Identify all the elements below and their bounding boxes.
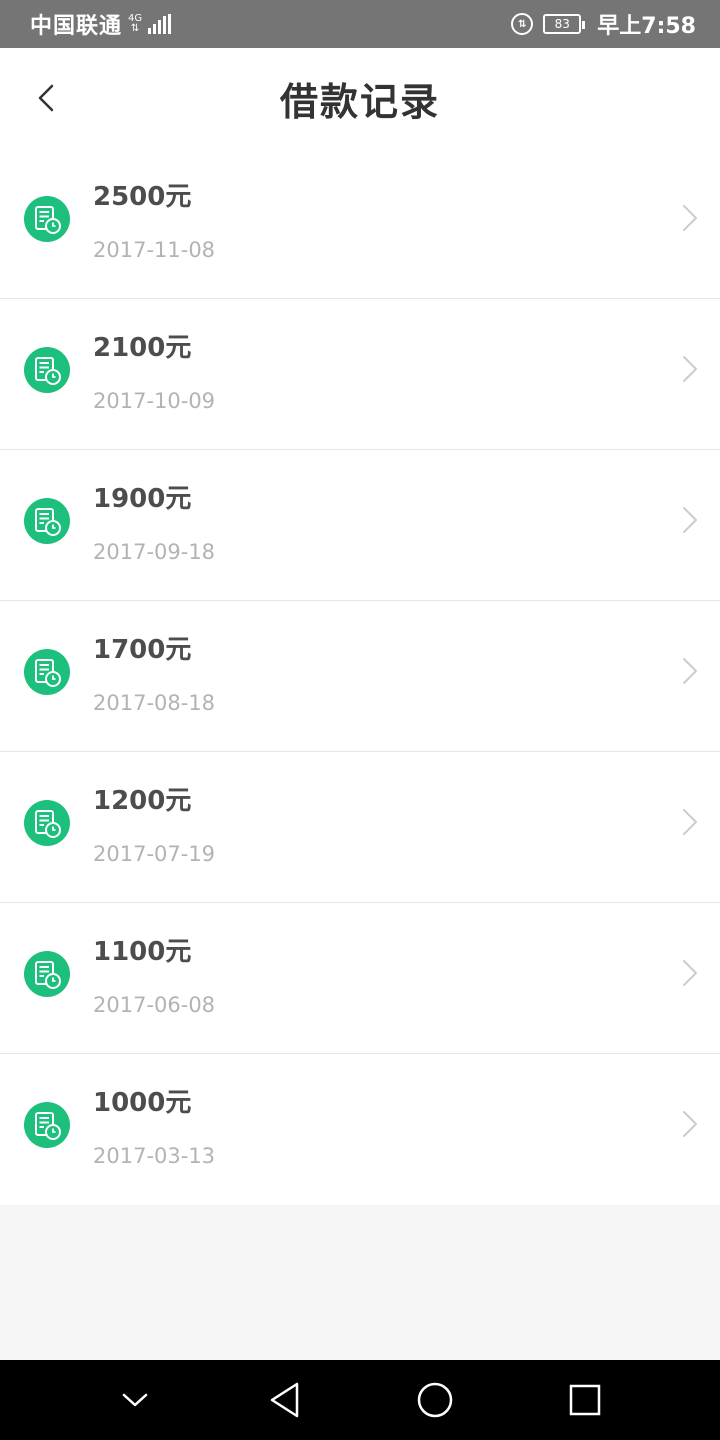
recents-square-icon [569,1384,601,1416]
record-amount: 1000元 [93,1088,192,1118]
nav-recents-button[interactable] [555,1370,615,1430]
list-item[interactable]: 1000元 2017-03-13 [0,1054,720,1205]
record-clock-icon [24,649,70,695]
record-date: 2017-06-08 [93,993,216,1017]
record-amount: 1100元 [93,937,192,967]
chevron-right-icon [683,1111,697,1137]
record-clock-icon [24,498,70,544]
list-item[interactable]: 1700元 2017-08-18 [0,601,720,752]
chevron-left-icon [38,84,54,112]
nav-hide-button[interactable] [105,1370,165,1430]
record-date: 2017-08-18 [93,691,216,715]
record-amount: 2500元 [93,182,192,212]
list-item[interactable]: 1100元 2017-06-08 [0,903,720,1054]
list-item[interactable]: 2100元 2017-10-09 [0,299,720,450]
chevron-right-icon [683,658,697,684]
signal-icon [148,14,172,34]
network-type-icon: 4G ⇅ [128,14,142,34]
record-date: 2017-10-09 [93,389,216,413]
nav-home-button[interactable] [405,1370,465,1430]
record-clock-icon [24,347,70,393]
status-time: 早上7:58 [597,14,696,39]
chevron-right-icon [683,809,697,835]
status-right: ⇅ 83 早上7:58 [511,8,696,40]
record-clock-icon [24,1102,70,1148]
back-button[interactable] [28,76,64,120]
record-clock-icon [24,800,70,846]
list-item[interactable]: 1900元 2017-09-18 [0,450,720,601]
network-arrows-icon: ⇅ [130,23,140,34]
data-saver-icon: ⇅ [511,13,534,35]
carrier-name: 中国联通 [30,14,123,39]
home-circle-icon [417,1382,453,1418]
page-header: 借款记录 [0,48,720,148]
back-triangle-icon [270,1382,299,1418]
record-date: 2017-11-08 [93,238,216,262]
battery-level: 83 [554,17,570,31]
record-clock-icon [24,196,70,242]
chevron-down-icon [122,1393,148,1407]
system-nav-bar [0,1360,720,1440]
record-clock-icon [24,951,70,997]
loan-record-list: 2500元 2017-11-08 2100元 2017-10-09 1900元 … [0,148,720,1205]
record-amount: 2100元 [93,333,192,363]
page-title: 借款记录 [279,79,440,124]
chevron-right-icon [683,507,697,533]
battery-icon: 83 [543,14,586,34]
nav-back-button[interactable] [255,1370,315,1430]
record-date: 2017-03-13 [93,1144,216,1168]
status-left: 中国联通 4G ⇅ [30,8,172,40]
record-amount: 1200元 [93,786,192,816]
list-item[interactable]: 2500元 2017-11-08 [0,148,720,299]
chevron-right-icon [683,356,697,382]
record-amount: 1700元 [93,635,192,665]
list-item[interactable]: 1200元 2017-07-19 [0,752,720,903]
record-amount: 1900元 [93,484,192,514]
chevron-right-icon [683,960,697,986]
status-bar: 中国联通 4G ⇅ ⇅ 83 早上7:58 [0,0,720,48]
record-date: 2017-09-18 [93,540,216,564]
record-date: 2017-07-19 [93,842,216,866]
chevron-right-icon [683,205,697,231]
